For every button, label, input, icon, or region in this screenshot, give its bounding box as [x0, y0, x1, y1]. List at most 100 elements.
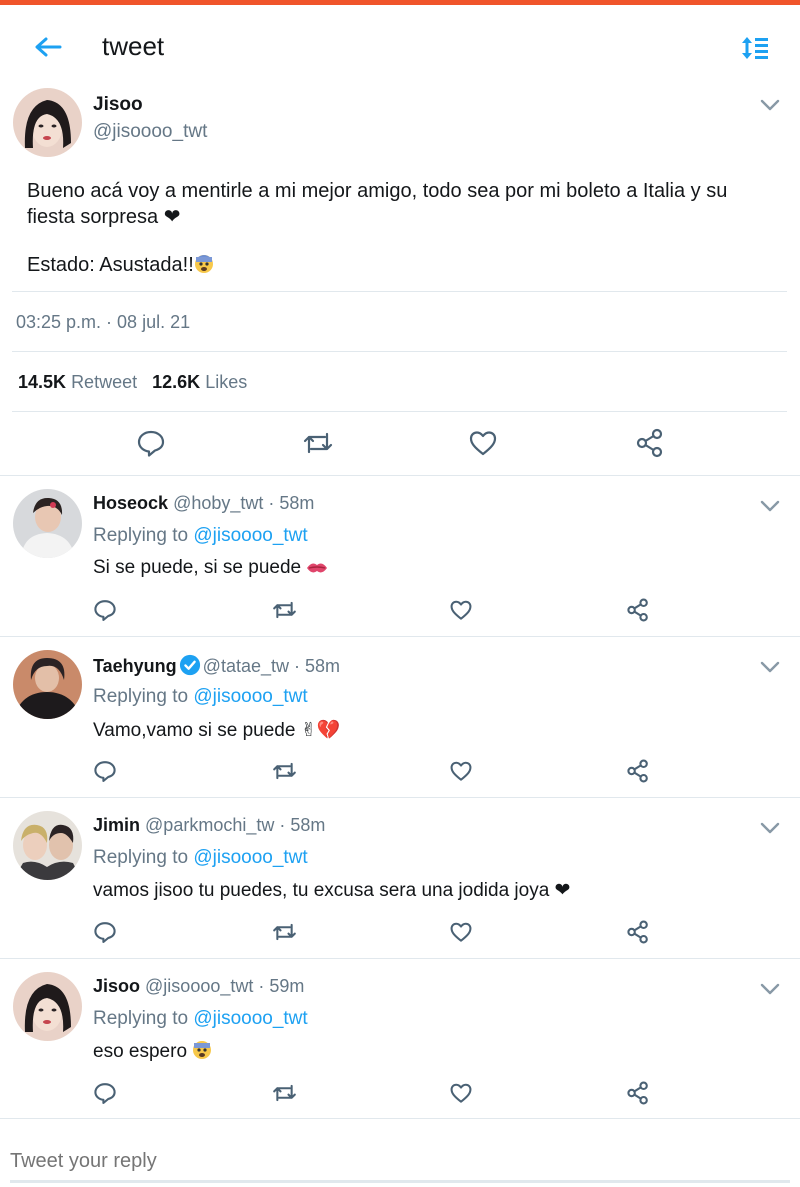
author-name[interactable]: Jisoo — [93, 94, 143, 116]
reply-button[interactable] — [92, 597, 118, 623]
reply-actions — [0, 597, 800, 627]
reply-author-name[interactable]: Hoseock — [93, 493, 168, 513]
replying-handle-link[interactable]: @jisoooo_twt — [193, 1008, 307, 1029]
tweet-stats: 14.5K Retweet 12.6K Likes — [18, 372, 247, 393]
reply-menu-button[interactable] — [758, 977, 782, 1001]
share-button[interactable] — [625, 1080, 651, 1106]
reply-menu-button[interactable] — [758, 494, 782, 518]
avatar[interactable] — [13, 489, 82, 558]
share-icon — [636, 428, 663, 458]
reply-menu-button[interactable] — [758, 655, 782, 679]
retweet-button[interactable] — [300, 425, 336, 461]
reply-button[interactable] — [133, 425, 169, 461]
reply-button[interactable] — [92, 919, 118, 945]
like-button[interactable] — [448, 597, 474, 623]
divider — [12, 351, 787, 352]
share-button[interactable] — [632, 425, 668, 461]
retweet-icon — [303, 432, 333, 454]
likes-count: 12.6K — [152, 372, 201, 392]
retweet-label: Retweet — [71, 372, 138, 392]
reply-tweet[interactable]: Jisoo @jisoooo_twt · 59m Replying to @ji… — [0, 959, 800, 1120]
avatar[interactable] — [13, 811, 82, 880]
reply-author-name[interactable]: Taehyung — [93, 656, 177, 676]
share-icon — [627, 1081, 648, 1105]
share-button[interactable] — [625, 597, 651, 623]
reply-author-name[interactable]: Jisoo — [93, 976, 140, 996]
chevron-down-icon — [760, 661, 780, 673]
heart-icon — [450, 1083, 472, 1103]
chevron-down-icon — [760, 500, 780, 512]
chevron-down-icon — [760, 822, 780, 834]
reply-tweet[interactable]: Jimin @parkmochi_tw · 58m Replying to @j… — [0, 798, 800, 959]
fearful-face-icon — [194, 254, 214, 281]
replying-to: Replying to @jisoooo_twt — [93, 525, 308, 547]
tweet-menu-button[interactable] — [758, 93, 782, 117]
replying-handle-link[interactable]: @jisoooo_twt — [193, 525, 307, 546]
reply-icon — [94, 1083, 116, 1105]
reply-meta: @parkmochi_tw · 58m — [145, 815, 326, 835]
back-arrow-icon — [35, 37, 62, 57]
share-icon — [627, 759, 648, 783]
retweet-icon — [272, 601, 296, 619]
reply-icon — [94, 922, 116, 944]
reply-text-body: eso espero — [93, 1041, 188, 1062]
reply-meta: @hoby_twt · 58m — [173, 493, 315, 513]
heart-icon — [469, 431, 497, 456]
reply-header: Jimin @parkmochi_tw · 58m — [93, 815, 325, 836]
reply-author-name[interactable]: Jimin — [93, 815, 140, 835]
reply-text: Si se puede, si se puede — [93, 557, 328, 582]
page-title: tweet — [102, 31, 165, 61]
avatar[interactable] — [13, 650, 82, 719]
like-button[interactable] — [448, 919, 474, 945]
like-button[interactable] — [448, 758, 474, 784]
reply-icon — [137, 430, 165, 457]
fearful-face-icon — [192, 1040, 212, 1066]
avatar[interactable] — [13, 88, 82, 157]
reply-header: Jisoo @jisoooo_twt · 59m — [93, 976, 304, 997]
like-button[interactable] — [448, 1080, 474, 1106]
likes-label: Likes — [205, 372, 248, 392]
author-handle[interactable]: @jisoooo_twt — [93, 121, 207, 143]
heart-icon — [450, 922, 472, 942]
replying-handle-link[interactable]: @jisoooo_twt — [193, 686, 307, 707]
replying-prefix: Replying to — [93, 525, 189, 546]
share-button[interactable] — [625, 919, 651, 945]
retweet-stat[interactable]: 14.5K Retweet — [18, 372, 137, 392]
likes-stat[interactable]: 12.6K Likes — [152, 372, 247, 392]
reply-button[interactable] — [92, 758, 118, 784]
retweet-icon — [272, 1084, 296, 1102]
tweet-text-line: Estado: Asustada!! — [27, 254, 194, 276]
heart-icon — [450, 761, 472, 781]
reply-header: Taehyung @tatae_tw · 58m — [93, 654, 340, 677]
replying-handle-link[interactable]: @jisoooo_twt — [193, 847, 307, 868]
avatar[interactable] — [13, 972, 82, 1041]
back-button[interactable] — [30, 31, 66, 63]
reply-button[interactable] — [92, 1080, 118, 1106]
reply-input[interactable] — [10, 1150, 790, 1173]
reply-actions — [0, 758, 800, 788]
divider — [12, 291, 787, 292]
retweet-button[interactable] — [270, 919, 298, 945]
kiss-mark-icon — [306, 560, 328, 582]
reply-tweet[interactable]: Hoseock @hoby_twt · 58m Replying to @jis… — [0, 476, 800, 637]
header: tweet — [0, 5, 800, 85]
retweet-button[interactable] — [270, 1080, 298, 1106]
replying-prefix: Replying to — [93, 686, 189, 707]
replying-to: Replying to @jisoooo_twt — [93, 686, 308, 708]
replying-prefix: Replying to — [93, 1008, 189, 1029]
sort-button[interactable] — [738, 31, 772, 65]
retweet-icon — [272, 762, 296, 780]
retweet-button[interactable] — [270, 758, 298, 784]
retweet-count: 14.5K — [18, 372, 67, 392]
reply-text: vamos jisoo tu puedes, tu excusa sera un… — [93, 880, 571, 901]
like-button[interactable] — [465, 425, 501, 461]
share-button[interactable] — [625, 758, 651, 784]
retweet-button[interactable] — [270, 597, 298, 623]
share-icon — [627, 598, 648, 622]
tweet-timestamp: 03:25 p.m. · 08 jul. 21 — [16, 312, 191, 332]
reply-meta: @tatae_tw · 58m — [202, 656, 341, 676]
reply-tweet[interactable]: Taehyung @tatae_tw · 58m Replying to @jis… — [0, 637, 800, 798]
reply-menu-button[interactable] — [758, 816, 782, 840]
replying-to: Replying to @jisoooo_twt — [93, 1008, 308, 1030]
reply-icon — [94, 761, 116, 783]
